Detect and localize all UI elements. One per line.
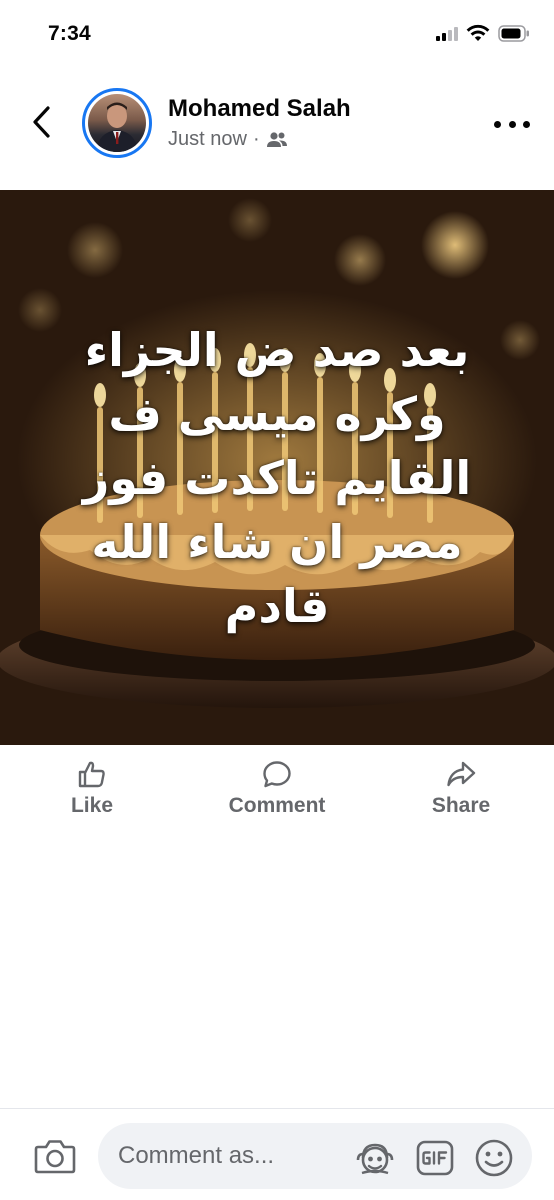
post-actions: Like Comment Share [0,760,554,830]
avatar-sticker-button[interactable] [354,1141,396,1177]
more-dot-icon [494,120,501,128]
avatar-sticker-icon [356,1143,394,1175]
cellular-signal-icon [436,25,458,41]
speech-bubble-icon [263,761,291,788]
more-dot-icon [523,120,530,128]
status-icons [436,24,530,42]
like-button[interactable]: Like [62,760,122,818]
post-image[interactable]: بعد صد ض الجزاء وكره ميسى ف القايم تاكدت… [0,190,554,745]
chevron-left-icon [33,106,50,138]
like-label: Like [70,794,114,817]
more-dot-icon [508,120,516,128]
gif-button[interactable] [416,1140,454,1176]
emoji-button[interactable] [474,1138,514,1178]
share-arrow-icon [447,761,476,787]
gif-icon [416,1140,454,1176]
post-meta: Just now · [168,128,288,151]
comment-composer [0,1108,554,1200]
comment-button[interactable]: Comment [206,760,348,818]
camera-icon [34,1140,76,1174]
back-button[interactable] [24,102,58,142]
meta-separator: · [252,128,260,150]
author-avatar-ring[interactable] [82,88,152,158]
more-options-button[interactable] [494,112,530,136]
comment-box [98,1123,532,1189]
comment-label: Comment [228,794,326,817]
friends-icon [266,131,287,147]
status-bar: 7:34 [0,0,554,64]
camera-button[interactable] [34,1137,76,1175]
status-time: 7:34 [48,22,91,45]
comment-input[interactable] [118,1123,348,1189]
post-overlay-text: بعد صد ض الجزاء وكره ميسى ف القايم تاكدت… [82,323,472,633]
post-timestamp: Just now [168,128,247,150]
battery-icon [498,24,529,42]
wifi-icon [466,24,490,41]
share-button[interactable]: Share [416,760,506,818]
share-label: Share [431,794,491,817]
avatar [88,94,146,152]
author-name[interactable]: Mohamed Salah [168,95,351,123]
thumbs-up-icon [78,761,105,788]
smiley-icon [475,1139,513,1177]
post-header: Mohamed Salah Just now · [0,80,554,172]
